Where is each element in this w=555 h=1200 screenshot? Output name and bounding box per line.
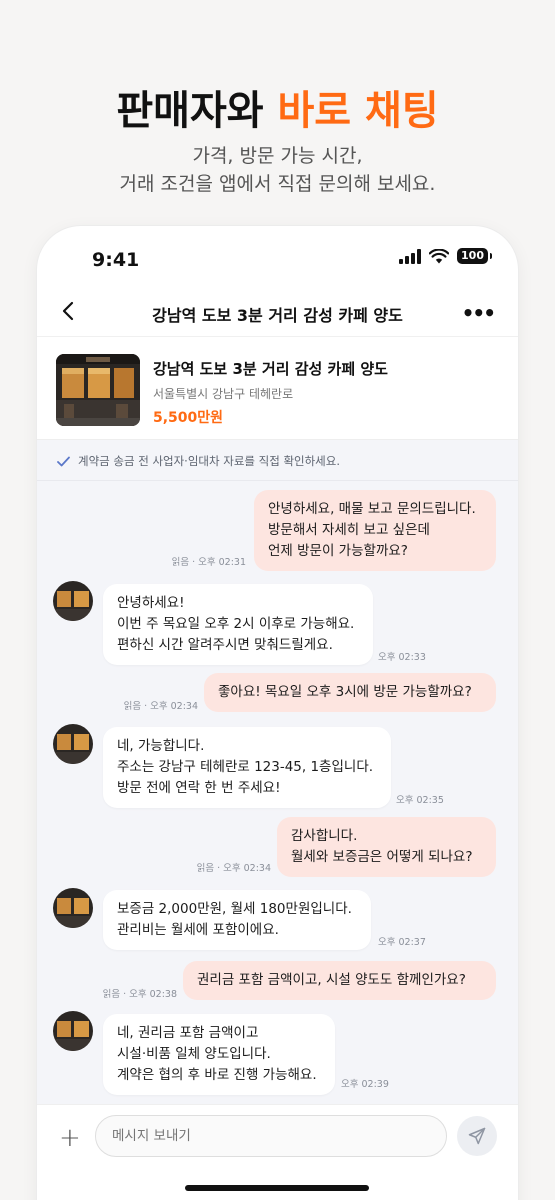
send-icon bbox=[468, 1127, 486, 1145]
chat-title: 강남역 도보 3분 거리 감성 카페 양도 bbox=[152, 306, 403, 325]
status-icons: 100 bbox=[399, 248, 492, 264]
promo-subtitle-line1: 가격, 방문 가능 시간, bbox=[192, 145, 363, 167]
my-message: 권리금 포함 금액이고, 시설 양도도 함께인가요? bbox=[183, 961, 496, 1000]
more-dots-icon[interactable]: ••• bbox=[462, 301, 496, 325]
seller-message: 보증금 2,000만원, 월세 180만원입니다. 관리비는 월세에 포함이에요… bbox=[103, 890, 371, 950]
message-meta: 읽음 · 오후 02:34 bbox=[196, 863, 271, 874]
seller-avatar[interactable] bbox=[53, 724, 93, 764]
promo-title: 판매자와 바로 채팅 bbox=[0, 78, 555, 136]
promo-title-accent: 바로 채팅 bbox=[277, 88, 439, 134]
listing-address: 서울특별시 강남구 테헤란로 bbox=[153, 387, 294, 401]
message-meta: 오후 02:35 bbox=[396, 795, 444, 806]
my-message: 안녕하세요, 매물 보고 문의드립니다. 방문해서 자세히 보고 싶은데 언제 … bbox=[254, 490, 496, 571]
status-time: 9:41 bbox=[92, 249, 140, 271]
message-meta: 오후 02:37 bbox=[378, 937, 426, 948]
message-meta: 읽음 · 오후 02:34 bbox=[123, 701, 198, 712]
my-message: 좋아요! 목요일 오후 3시에 방문 가능할까요? bbox=[204, 673, 496, 712]
message-meta: 오후 02:39 bbox=[341, 1079, 389, 1090]
seller-message: 네, 가능합니다. 주소는 강남구 테헤란로 123-45, 1층입니다. 방문… bbox=[103, 727, 391, 808]
my-message: 감사합니다. 월세와 보증금은 어떻게 되나요? bbox=[277, 817, 496, 877]
safety-notice: 계약금 송금 전 사업자·임대차 자료를 직접 확인하세요. bbox=[57, 453, 340, 469]
listing-title: 강남역 도보 3분 거리 감성 카페 양도 bbox=[153, 360, 388, 378]
message-meta: 오후 02:33 bbox=[378, 652, 426, 663]
listing-thumbnail bbox=[56, 354, 140, 426]
phone-frame: 9:41 100 강남역 도보 3분 거리 감성 카페 양도 ••• 강남역 도… bbox=[37, 226, 518, 1200]
seller-avatar[interactable] bbox=[53, 1011, 93, 1051]
home-indicator bbox=[185, 1185, 369, 1191]
divider bbox=[37, 480, 518, 481]
listing-price: 5,500만원 bbox=[153, 410, 224, 426]
safety-notice-text: 계약금 송금 전 사업자·임대차 자료를 직접 확인하세요. bbox=[78, 454, 341, 468]
seller-avatar[interactable] bbox=[53, 888, 93, 928]
promo-title-main: 판매자와 bbox=[116, 88, 264, 134]
seller-avatar[interactable] bbox=[53, 581, 93, 621]
seller-message: 네, 권리금 포함 금액이고 시설·비품 일체 양도입니다. 계약은 협의 후 … bbox=[103, 1014, 335, 1095]
message-composer: + bbox=[37, 1104, 518, 1200]
promo-subtitle-line2: 거래 조건을 앱에서 직접 문의해 보세요. bbox=[119, 173, 436, 195]
message-meta: 읽음 · 오후 02:38 bbox=[102, 989, 177, 1000]
listing-card[interactable]: 강남역 도보 3분 거리 감성 카페 양도 서울특별시 강남구 테헤란로 5,5… bbox=[37, 336, 518, 440]
send-button[interactable] bbox=[457, 1116, 497, 1156]
check-icon bbox=[57, 456, 70, 466]
plus-icon[interactable]: + bbox=[59, 1123, 81, 1153]
chat-area[interactable]: 계약금 송금 전 사업자·임대차 자료를 직접 확인하세요. 안녕하세요, 매물… bbox=[37, 440, 518, 1104]
message-meta: 읽음 · 오후 02:31 bbox=[171, 557, 246, 568]
wifi-icon bbox=[429, 248, 450, 263]
battery-icon: 100 bbox=[457, 248, 492, 264]
seller-message: 안녕하세요! 이번 주 목요일 오후 2시 이후로 가능해요. 편하신 시간 알… bbox=[103, 584, 373, 665]
message-input[interactable] bbox=[95, 1115, 447, 1157]
signal-icon bbox=[399, 248, 422, 264]
chat-header: 강남역 도보 3분 거리 감성 카페 양도 ••• bbox=[37, 286, 518, 336]
